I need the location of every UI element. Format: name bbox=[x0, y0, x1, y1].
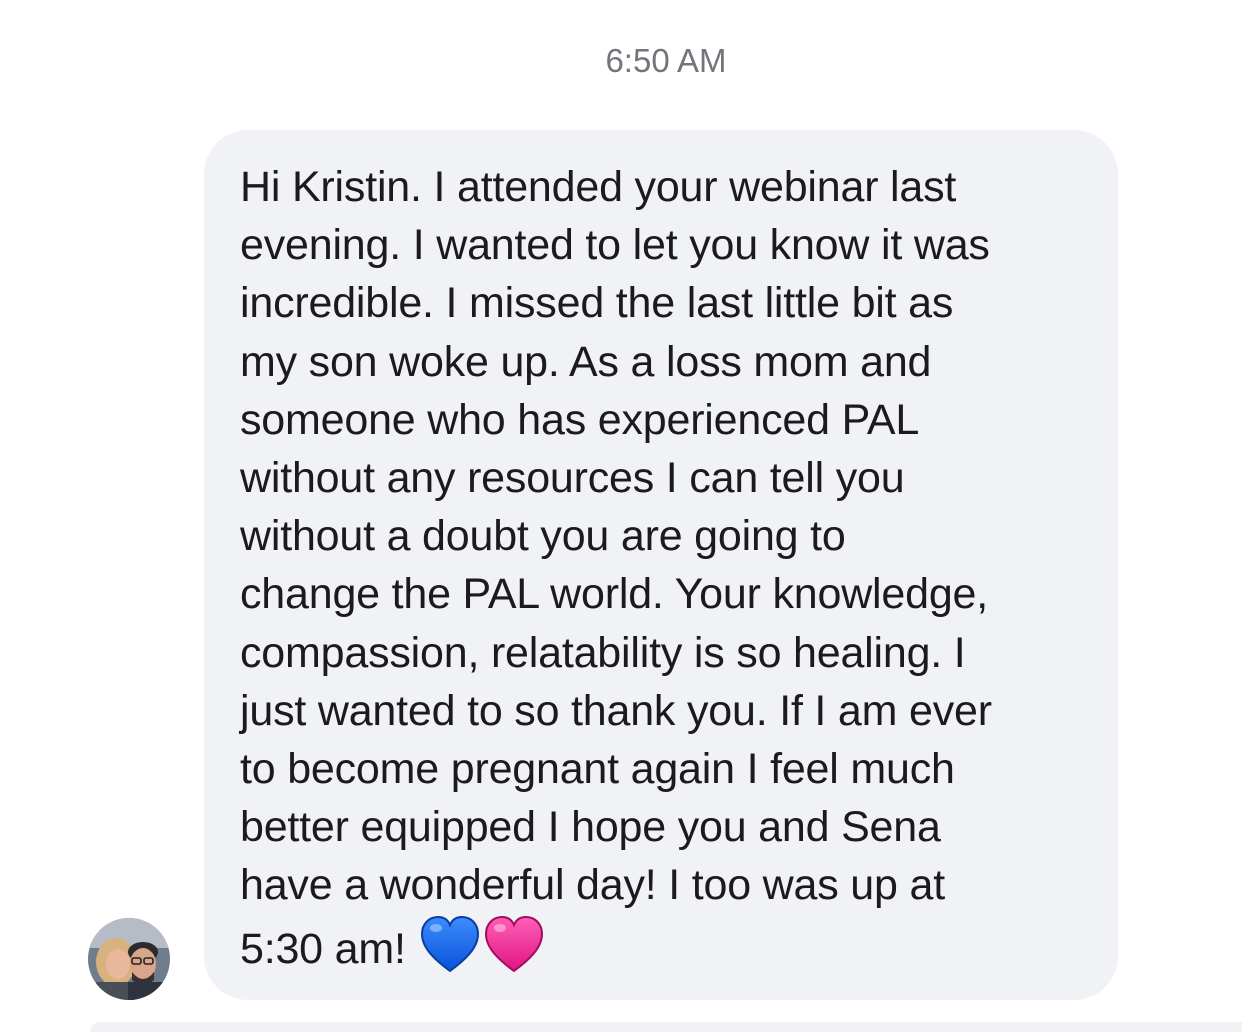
pink-heart-icon bbox=[485, 915, 544, 972]
message-row: Hi Kristin. I attended your webinar last… bbox=[86, 130, 1126, 1000]
message-body: Hi Kristin. I attended your webinar last… bbox=[240, 163, 992, 973]
message-timestamp: 6:50 AM bbox=[605, 42, 727, 79]
avatar-photo-icon bbox=[88, 918, 170, 1000]
sender-avatar[interactable] bbox=[88, 918, 170, 1000]
message-bubble[interactable]: Hi Kristin. I attended your webinar last… bbox=[204, 130, 1118, 1000]
blue-heart-icon bbox=[421, 915, 480, 972]
next-message-bubble-edge bbox=[90, 1022, 1242, 1032]
message-text: Hi Kristin. I attended your webinar last… bbox=[240, 158, 1088, 978]
